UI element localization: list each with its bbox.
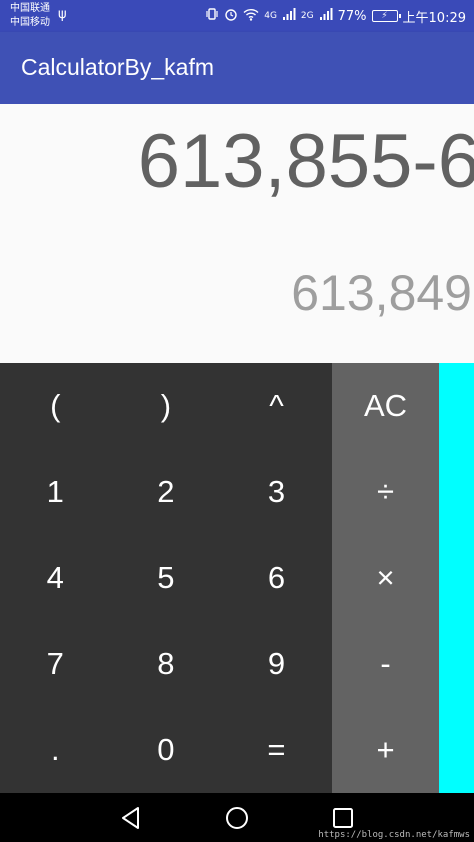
key-multiply[interactable]: × [332, 535, 439, 621]
key-subtract[interactable]: - [332, 621, 439, 707]
carrier-1: 中国联通 [10, 3, 50, 14]
key-digit-1[interactable]: 1 [0, 449, 111, 535]
key-digit-3[interactable]: 3 [221, 449, 332, 535]
network-type-1: 4G [264, 11, 277, 21]
numeric-pad: ( ) ^ 1 2 3 4 5 6 7 8 9 . 0 = [0, 363, 332, 793]
signal-icon-1 [282, 7, 296, 25]
battery-percent: 77% [337, 8, 367, 24]
usb-icon: ψ [58, 7, 67, 22]
key-digit-2[interactable]: 2 [111, 449, 222, 535]
key-digit-6[interactable]: 6 [221, 535, 332, 621]
alarm-icon [224, 7, 238, 25]
key-digit-4[interactable]: 4 [0, 535, 111, 621]
status-bar: 中国联通 中国移动 ψ 4G 2G 77% ⚡ 上午10:29 [0, 0, 474, 32]
battery-icon: ⚡ [371, 10, 401, 22]
key-power[interactable]: ^ [221, 363, 332, 449]
key-digit-8[interactable]: 8 [111, 621, 222, 707]
signal-icon-2 [319, 7, 333, 25]
key-add[interactable]: + [332, 707, 439, 793]
carrier-2: 中国移动 [10, 17, 50, 28]
wifi-icon [243, 8, 259, 25]
keypad: ( ) ^ 1 2 3 4 5 6 7 8 9 . 0 = AC ÷ × - + [0, 363, 474, 793]
app-title: CalculatorBy_kafm [21, 54, 215, 80]
clock: 上午10:29 [402, 10, 466, 26]
formula-text[interactable]: 613,855-6 [138, 118, 474, 205]
key-all-clear[interactable]: AC [332, 363, 439, 449]
app-bar: CalculatorBy_kafm [0, 32, 474, 104]
key-open-paren[interactable]: ( [0, 363, 111, 449]
advanced-panel-handle[interactable] [439, 363, 474, 793]
key-equals[interactable]: = [221, 707, 332, 793]
carrier-info: 中国联通 中国移动 [10, 2, 50, 30]
network-type-2: 2G [300, 11, 314, 21]
key-digit-5[interactable]: 5 [111, 535, 222, 621]
back-icon[interactable] [118, 805, 144, 831]
key-digit-9[interactable]: 9 [221, 621, 332, 707]
home-icon[interactable] [224, 805, 250, 831]
operator-pad: AC ÷ × - + [332, 363, 439, 793]
key-divide[interactable]: ÷ [332, 449, 439, 535]
key-digit-7[interactable]: 7 [0, 621, 111, 707]
calculator-display: 613,855-6 613,849 [0, 104, 474, 363]
result-text: 613,849 [291, 265, 472, 321]
key-decimal[interactable]: . [0, 707, 111, 793]
watermark: https://blog.csdn.net/kafmws [318, 830, 470, 840]
vibrate-icon [205, 7, 219, 25]
key-digit-0[interactable]: 0 [111, 707, 222, 793]
key-close-paren[interactable]: ) [111, 363, 222, 449]
recent-apps-icon[interactable] [330, 805, 356, 831]
navigation-bar: https://blog.csdn.net/kafmws [0, 793, 474, 842]
status-icons: 4G 2G 77% ⚡ 上午10:29 [205, 0, 466, 32]
